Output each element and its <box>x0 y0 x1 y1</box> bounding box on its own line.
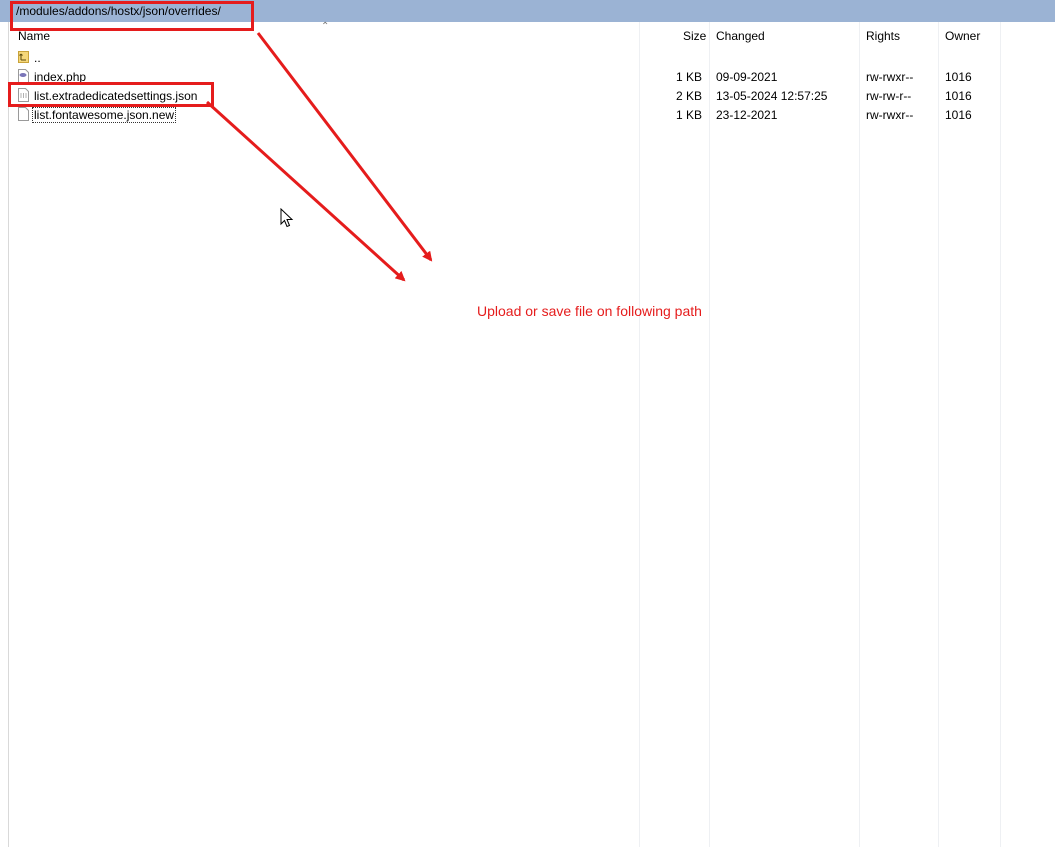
annotation-text: Upload or save file on following path <box>477 303 702 319</box>
annotation-arrows <box>205 32 433 282</box>
file-arrow <box>205 100 406 282</box>
mouse-cursor-icon <box>280 208 294 228</box>
